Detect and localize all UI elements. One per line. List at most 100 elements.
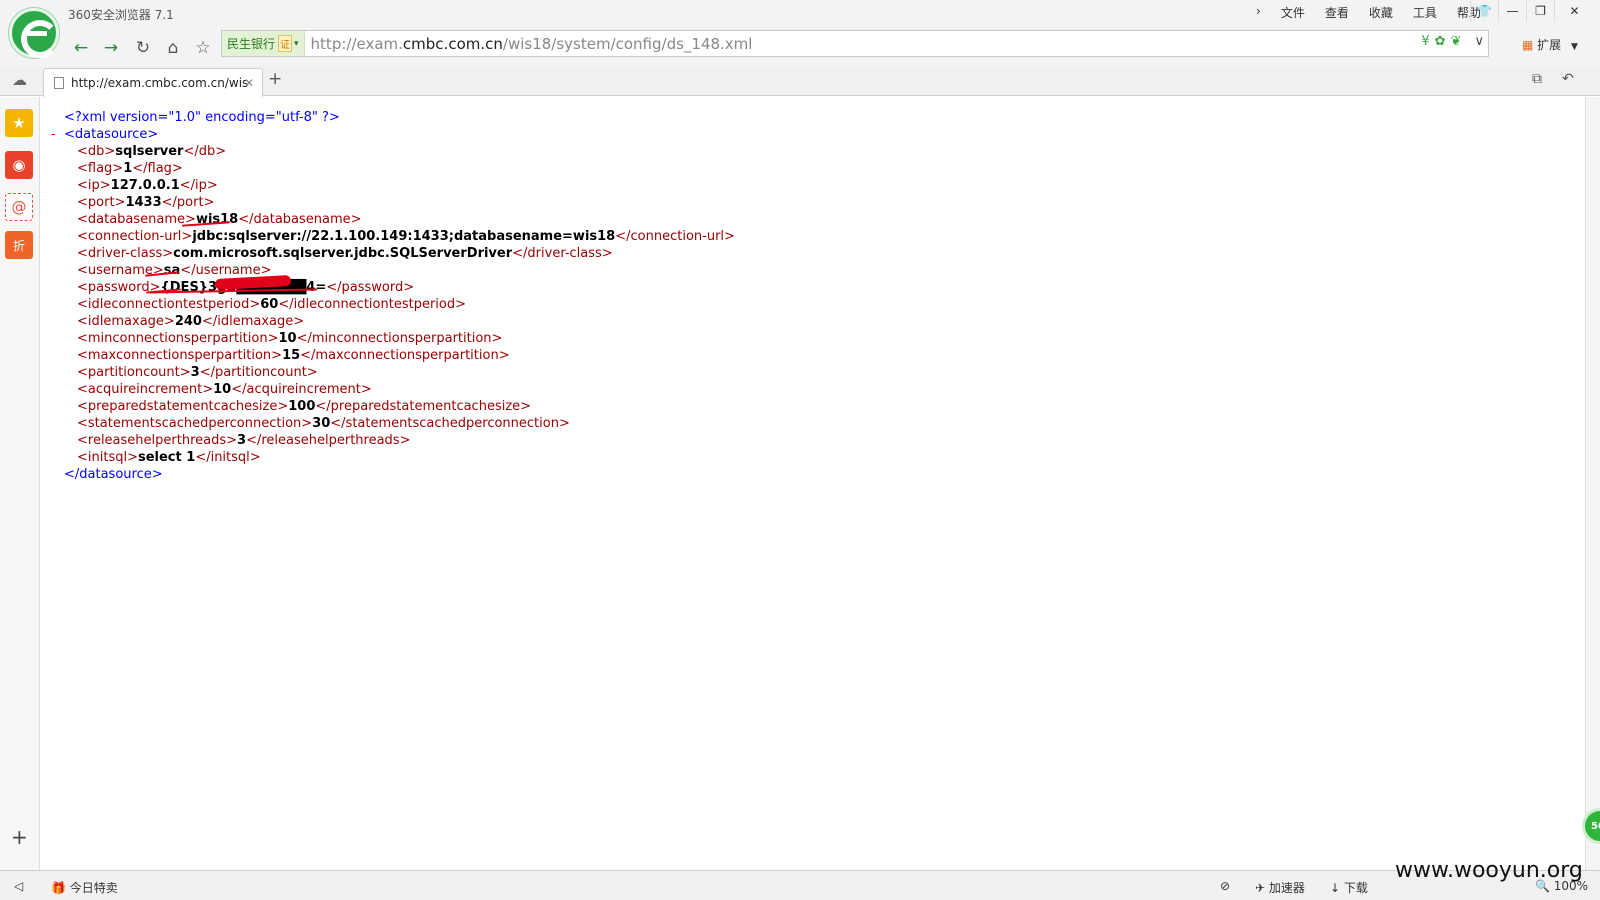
xml-element-maxconnectionsperpartition: <maxconnectionsperpartition>15</maxconne… [51, 347, 735, 364]
rocket-icon: ✈ [1255, 881, 1266, 895]
grid-icon: ▦ [1522, 38, 1534, 52]
xml-close-tag: </minconnectionsperpartition> [296, 331, 503, 346]
xml-element-partitioncount: <partitioncount>3</partitioncount> [51, 364, 735, 381]
xml-close-tag: </partitioncount> [199, 365, 318, 380]
status-bar: ◁ 🎁 今日特卖 ⊘ ✈ 加速器 ↓ 下载 🔍 100% [0, 870, 1600, 900]
download-icon: ↓ [1330, 881, 1341, 895]
xml-value: 10 [278, 331, 297, 346]
xml-close-tag: </driver-class> [512, 246, 613, 261]
xml-value: 1 [123, 161, 133, 176]
xml-elements: <db>sqlserver</db> <flag>1</flag> <ip>127.… [51, 143, 735, 466]
menu-file[interactable]: 文件 [1277, 4, 1309, 21]
back-button[interactable]: ← [68, 35, 94, 61]
undo-close-icon[interactable]: ↶ [1562, 71, 1574, 87]
url-text[interactable]: http://exam.cmbc.com.cn/wis18/system/con… [311, 35, 753, 53]
favorite-star-icon[interactable]: ☆ [190, 35, 216, 61]
xml-open-tag: <driver-class> [77, 246, 174, 261]
menu-favorites[interactable]: 收藏 [1365, 4, 1397, 21]
menu-bar: › 文件 查看 收藏 工具 帮助 [1252, 4, 1485, 21]
xml-element-minconnectionsperpartition: <minconnectionsperpartition>10</minconne… [51, 330, 735, 347]
xml-open-tag: <initsql> [77, 450, 138, 465]
xml-value: sqlserver [115, 144, 184, 159]
xml-close-tag: </idlemaxage> [201, 314, 305, 329]
browser-logo-icon [9, 8, 59, 58]
xml-element-databasename: <databasename>wis18</databasename> [51, 211, 735, 228]
xml-close-tag: </statementscachedperconnection> [330, 416, 570, 431]
xml-element-username: <username>sa</username> [51, 262, 735, 279]
menu-more-icon[interactable]: › [1252, 4, 1265, 21]
weibo-icon[interactable]: ◉ [5, 151, 33, 179]
xml-value: jdbc:sqlserver://22.1.100.149:1433;datab… [192, 229, 616, 244]
speed-icon[interactable]: ⊘ [1220, 879, 1230, 893]
address-tools: ¥ ✿ ❦ ∨ [1421, 34, 1484, 49]
tab-title: http://exam.cmbc.com.cn/wis [71, 76, 249, 90]
close-button[interactable]: ✕ [1554, 0, 1594, 22]
mail-icon[interactable]: @ [5, 193, 33, 221]
yen-icon[interactable]: ¥ [1421, 34, 1429, 49]
site-identity-badge[interactable]: 民生银行 证 ▾ [222, 31, 305, 56]
today-deals-link[interactable]: 🎁 今日特卖 [51, 879, 118, 896]
xml-open-tag: <ip> [77, 178, 111, 193]
restore-tab-icon[interactable]: ⧉ [1532, 71, 1542, 87]
download-button[interactable]: ↓ 下载 [1330, 879, 1368, 896]
vertical-scrollbar[interactable] [1585, 97, 1600, 870]
xml-element-acquireincrement: <acquireincrement>10</acquireincrement> [51, 381, 735, 398]
address-dropdown-icon[interactable]: ∨ [1474, 34, 1484, 49]
xml-value: 15 [282, 348, 301, 363]
xml-value: 3 [237, 433, 247, 448]
xml-root-open: - <datasource> [51, 126, 159, 143]
home-button[interactable]: ⌂ [160, 35, 186, 61]
menu-tools[interactable]: 工具 [1409, 4, 1441, 21]
xml-value: 1433 [125, 195, 162, 210]
xml-close-tag: </releasehelperthreads> [246, 433, 411, 448]
leaf-icon[interactable]: ❦ [1451, 34, 1462, 49]
gift-icon: 🎁 [51, 881, 66, 895]
xml-value: 60 [260, 297, 279, 312]
cloud-icon[interactable]: ☁ [12, 71, 27, 89]
xml-element-connection-url: <connection-url>jdbc:sqlserver://22.1.10… [51, 228, 735, 245]
xml-document: <?xml version="1.0" encoding="utf-8" ?> … [51, 109, 735, 483]
sidebar: ★ ◉ @ 折 + [0, 97, 40, 870]
accelerator-button[interactable]: ✈ 加速器 [1255, 879, 1305, 896]
xml-value: 10 [213, 382, 232, 397]
xml-element-idlemaxage: <idlemaxage>240</idlemaxage> [51, 313, 735, 330]
forward-button[interactable]: → [98, 35, 124, 61]
page-content: <?xml version="1.0" encoding="utf-8" ?> … [41, 97, 1585, 870]
restore-button[interactable]: ❐ [1526, 0, 1554, 22]
xml-close-tag: </databasename> [238, 212, 362, 227]
xml-close-tag: </port> [161, 195, 215, 210]
xml-close-tag: </flag> [132, 161, 183, 176]
menu-view[interactable]: 查看 [1321, 4, 1353, 21]
minimize-button[interactable]: — [1498, 0, 1526, 22]
tab-current[interactable]: http://exam.cmbc.com.cn/wis ✕ [43, 68, 263, 97]
xml-element-releasehelperthreads: <releasehelperthreads>3</releasehelperth… [51, 432, 735, 449]
xml-open-tag: <releasehelperthreads> [77, 433, 238, 448]
extensions-label: 扩展 [1537, 38, 1562, 52]
xml-element-preparedstatementcachesize: <preparedstatementcachesize>100</prepare… [51, 398, 735, 415]
discount-icon[interactable]: 折 [5, 231, 33, 259]
sidebar-add-button[interactable]: + [11, 825, 28, 849]
favorites-star-icon[interactable]: ★ [5, 109, 33, 137]
extensions-button[interactable]: ▦ 扩展 ▼ [1522, 36, 1578, 53]
xml-element-ip: <ip>127.0.0.1</ip> [51, 177, 735, 194]
new-tab-button[interactable]: + [268, 69, 282, 89]
collapse-sidebar-icon[interactable]: ◁ [14, 879, 23, 893]
watermark: www.wooyun.org [1395, 858, 1583, 883]
address-bar[interactable]: 民生银行 证 ▾ http://exam.cmbc.com.cn/wis18/s… [221, 30, 1489, 57]
window-controls: 👕 — ❐ ✕ [1470, 0, 1594, 22]
xml-element-statementscachedperconnection: <statementscachedperconnection>30</state… [51, 415, 735, 432]
title-bar: 360安全浏览器 7.1 › 文件 查看 收藏 工具 帮助 👕 — ❐ ✕ [0, 0, 1600, 28]
collapse-toggle[interactable]: - [51, 126, 64, 143]
refresh-button[interactable]: ↻ [130, 35, 156, 61]
skin-icon[interactable]: 👕 [1470, 0, 1498, 22]
xml-close-tag: </maxconnectionsperpartition> [300, 348, 510, 363]
certificate-icon: 证 [278, 35, 293, 52]
chevron-down-icon: ▼ [1571, 42, 1578, 52]
page-icon [54, 77, 64, 89]
xml-open-tag: <connection-url> [77, 229, 193, 244]
xml-close-tag: </acquireincrement> [231, 382, 372, 397]
security-icon[interactable]: ✿ [1435, 34, 1446, 49]
xml-open-tag: <maxconnectionsperpartition> [77, 348, 283, 363]
tab-close-icon[interactable]: ✕ [244, 76, 254, 90]
xml-open-tag: <db> [77, 144, 116, 159]
